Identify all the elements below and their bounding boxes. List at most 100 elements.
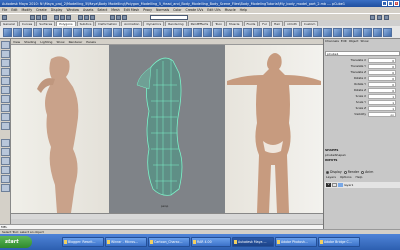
poly-torus-icon[interactable] [53,28,62,37]
layer-menu-help[interactable]: Help [354,175,365,180]
menu-muscle[interactable]: Muscle [223,8,238,12]
attribute-value[interactable]: 0 [368,58,396,63]
menu-edit-uvs[interactable]: Edit UVs [205,8,222,12]
layer-menu-layers[interactable]: Layers [324,175,338,180]
menu-edit[interactable]: Edit [9,8,19,12]
panel-menu-shading[interactable]: Shading [22,40,38,44]
sculpt-geometry-icon[interactable] [203,28,212,37]
channel-box-menu-show[interactable]: Show [359,39,369,45]
minimize-button[interactable]: _ [382,1,387,6]
select-tool-icon[interactable] [1,41,10,49]
custom-layout-icon[interactable] [1,184,10,192]
attribute-row[interactable]: Scale X1 [325,94,400,99]
append-polygon-icon[interactable] [213,28,222,37]
split-polygon-icon[interactable] [223,28,232,37]
single-perspective-layout-icon[interactable] [1,139,10,147]
persp-outliner-layout-icon[interactable] [1,157,10,165]
persp-graph-layout-icon[interactable] [1,166,10,174]
layer-color-swatch[interactable] [338,183,343,187]
panel-menu-renderer[interactable]: Renderer [67,40,85,44]
object-name-field[interactable]: pCube1 [325,51,400,56]
menu-assets[interactable]: Assets [81,8,95,12]
poly-prism-icon[interactable] [63,28,72,37]
panel-menu-view[interactable]: View [11,40,22,44]
channel-box-menu-object[interactable]: Object [348,39,360,45]
layer-menu-options[interactable]: Options [338,175,354,180]
boolean-difference-icon[interactable] [153,28,162,37]
attribute-value[interactable]: 0 [368,70,396,75]
attribute-row[interactable]: Visibility on [325,112,400,117]
maximize-button[interactable]: □ [388,1,393,6]
harden-edge-icon[interactable] [363,28,372,37]
channel-box-menu-channels[interactable]: Channels [324,39,340,45]
poly-cylinder-icon[interactable] [23,28,32,37]
taskbar-item[interactable]: Cartoon_Charac... [148,237,190,247]
reverse-normals-icon[interactable] [343,28,352,37]
attribute-row[interactable]: Scale Y1 [325,100,400,105]
poly-helix-icon[interactable] [93,28,102,37]
separate-icon[interactable] [123,28,132,37]
last-tool-icon[interactable] [1,122,10,130]
attribute-row[interactable]: Translate X0 [325,58,400,63]
panel-menu-panels[interactable]: Panels [84,40,98,44]
rotate-tool-icon[interactable] [1,77,10,85]
extract-icon[interactable] [133,28,142,37]
layer-visibility-toggle[interactable]: V [326,183,331,187]
universal-manipulator-icon[interactable] [1,95,10,103]
menu-create[interactable]: Create [34,8,49,12]
close-button[interactable]: x [394,1,399,6]
poly-pipe-icon[interactable] [83,28,92,37]
boolean-union-icon[interactable] [143,28,152,37]
perspective-viewport[interactable]: persp [11,45,323,213]
bridge-icon[interactable] [263,28,272,37]
menu-normals[interactable]: Normals [154,8,171,12]
taskbar-item[interactable]: Adobe Photosh... [275,237,317,247]
layer-row[interactable]: V layer1 [325,182,400,188]
show-manipulator-icon[interactable] [1,113,10,121]
attribute-row[interactable]: Translate Y0 [325,64,400,69]
hypershade-layout-icon[interactable] [1,175,10,183]
taskbar-item[interactable]: Adobe Bridge C... [318,237,360,247]
menu-create-uvs[interactable]: Create UVs [183,8,205,12]
scale-tool-icon[interactable] [1,86,10,94]
insert-edge-loop-icon[interactable] [233,28,242,37]
menu-display[interactable]: Display [49,8,65,12]
mirror-geometry-icon[interactable] [173,28,182,37]
attribute-row[interactable]: Rotate X0 [325,76,400,81]
layer-display-type-toggle[interactable] [332,183,337,187]
start-button[interactable]: start [0,236,32,248]
menu-file[interactable]: File [0,8,9,12]
poly-cone-icon[interactable] [33,28,42,37]
attribute-value[interactable]: 1 [368,100,396,105]
menu-help[interactable]: Help [238,8,249,12]
menu-window[interactable]: Window [64,8,81,12]
four-view-layout-icon[interactable] [1,148,10,156]
layer-mode-display-radio[interactable] [326,170,329,174]
menu-mesh[interactable]: Mesh [109,8,121,12]
menu-color[interactable]: Color [171,8,183,12]
poly-sphere-icon[interactable] [3,28,12,37]
layer-mode-render-radio[interactable] [343,170,347,174]
smooth-icon[interactable] [183,28,192,37]
automatic-mapping-icon[interactable] [323,28,332,37]
layer-mode-anim-radio[interactable] [361,170,365,174]
attribute-row[interactable]: Rotate Y0 [325,82,400,87]
layer-name[interactable]: layer1 [344,183,353,187]
reduce-icon[interactable] [193,28,202,37]
combine-icon[interactable] [113,28,122,37]
offset-edge-loop-icon[interactable] [243,28,252,37]
planar-mapping-icon[interactable] [293,28,302,37]
panel-menu-lighting[interactable]: Lighting [38,40,54,44]
attribute-value[interactable]: 0 [368,88,396,93]
uv-texture-editor-icon[interactable] [333,28,342,37]
attribute-value[interactable]: 1 [368,106,396,111]
attribute-value[interactable]: 0 [368,64,396,69]
attribute-row[interactable]: Scale Z1 [325,106,400,111]
attribute-row[interactable]: Rotate Z0 [325,88,400,93]
bevel-icon[interactable] [283,28,292,37]
menu-select[interactable]: Select [95,8,109,12]
spherical-mapping-icon[interactable] [313,28,322,37]
attribute-value[interactable]: 1 [368,94,396,99]
taskbar-item[interactable]: Winrar - Micros... [105,237,147,247]
attribute-value[interactable]: on [368,112,396,117]
